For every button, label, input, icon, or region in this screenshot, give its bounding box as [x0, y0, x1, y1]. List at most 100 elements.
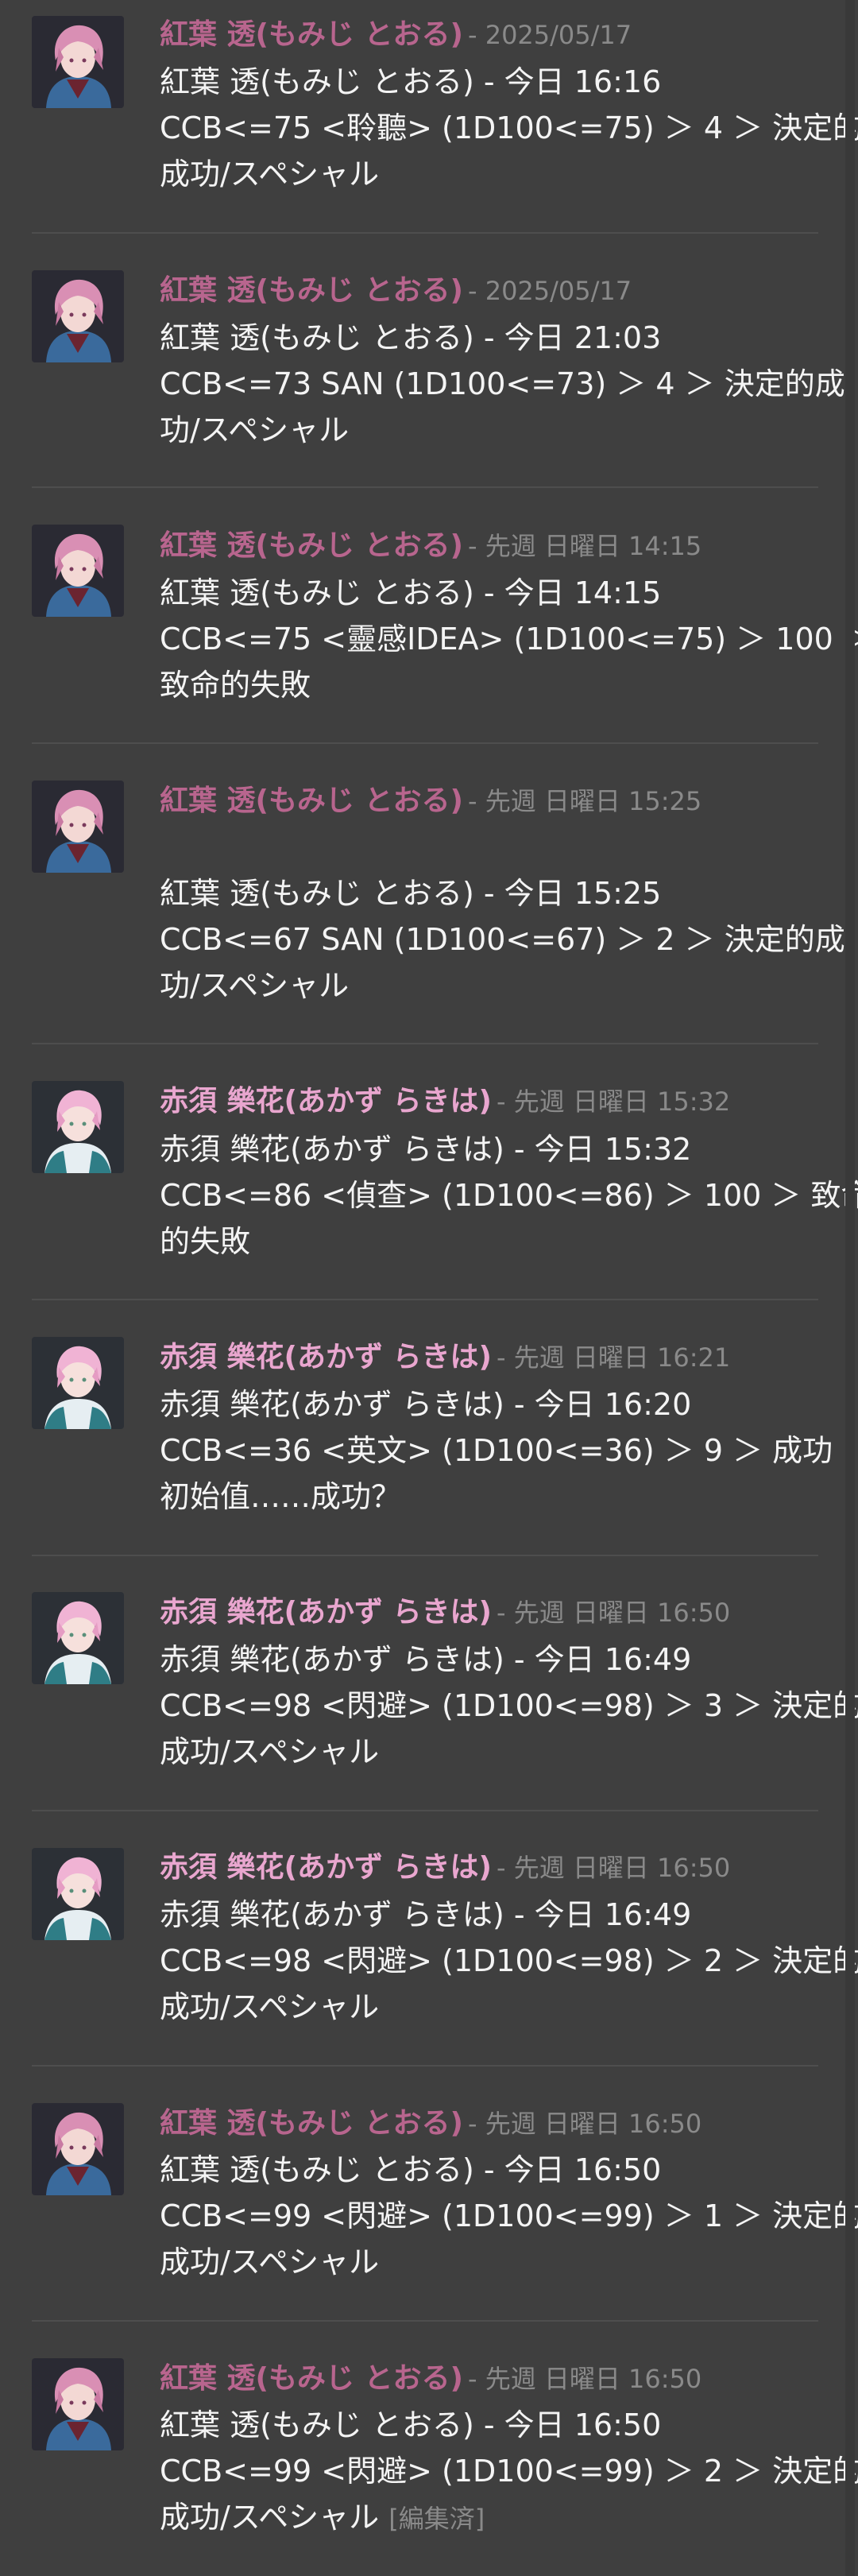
- author-name[interactable]: 紅葉 透(もみじ とおる): [160, 18, 463, 51]
- avatar-momiji-icon[interactable]: [32, 2103, 124, 2195]
- message-line: 的失敗: [160, 1224, 251, 1259]
- avatar-akasu-icon[interactable]: [32, 1337, 124, 1429]
- message-line: 紅葉 透(もみじ とおる) - 今日 16:50: [160, 2407, 662, 2442]
- message-header: 紅葉 透(もみじ とおる) - 先週 日曜日 15:25: [160, 784, 701, 819]
- message-body: 紅葉 透(もみじ とおる) - 今日 16:50 CCB<=99 <閃避> (1…: [160, 2402, 858, 2542]
- message-line: CCB<=36 <英文> (1D100<=36) ＞ 9 ＞ 成功: [160, 1433, 833, 1468]
- message-body: 紅葉 透(もみじ とおる) - 今日 14:15 CCB<=75 <靈感IDEA…: [160, 570, 858, 708]
- message-header: 紅葉 透(もみじ とおる) - 先週 日曜日 16:50: [160, 2361, 701, 2396]
- message-body: 紅葉 透(もみじ とおる) - 今日 21:03 CCB<=73 SAN (1D…: [160, 315, 845, 453]
- message-line: CCB<=75 <靈感IDEA> (1D100<=75) ＞ 100 ＞: [160, 622, 858, 657]
- message-line: CCB<=99 <閃避> (1D100<=99) ＞ 2 ＞ 決定的: [160, 2454, 858, 2489]
- message-line: 紅葉 透(もみじ とおる) - 今日 14:15: [160, 575, 662, 610]
- message-body: 紅葉 透(もみじ とおる) - 今日 16:16 CCB<=75 <聆聽> (1…: [160, 59, 858, 197]
- avatar-akasu-image: [32, 1848, 124, 1940]
- message-line: [160, 824, 819, 870]
- message-timestamp: - 先週 日曜日 16:50: [496, 1598, 731, 1628]
- avatar-momiji-image: [32, 2358, 124, 2450]
- message-divider: [32, 1299, 818, 1300]
- edited-badge: [編集済]: [388, 2504, 485, 2534]
- message-body: 赤須 樂花(あかず らきは) - 今日 16:20 CCB<=36 <英文> (…: [160, 1381, 833, 1520]
- avatar-momiji-image: [32, 781, 124, 873]
- author-name[interactable]: 紅葉 透(もみじ とおる): [160, 2362, 463, 2395]
- avatar-momiji-image: [32, 2103, 124, 2195]
- message-timestamp: - 2025/05/17: [467, 20, 632, 50]
- message-line: 初始值……成功？: [160, 1479, 402, 1514]
- avatar-akasu-icon[interactable]: [32, 1081, 124, 1173]
- message-divider: [32, 1043, 818, 1044]
- avatar-momiji-icon[interactable]: [32, 270, 124, 362]
- avatar-momiji-image: [32, 270, 124, 362]
- message-line: 紅葉 透(もみじ とおる) - 今日 16:50: [160, 2152, 662, 2187]
- message-line: CCB<=98 <閃避> (1D100<=98) ＞ 3 ＞ 決定的: [160, 1688, 858, 1723]
- message-header: 赤須 樂花(あかず らきは) - 先週 日曜日 15:32: [160, 1084, 730, 1119]
- message-header: 紅葉 透(もみじ とおる) - 2025/05/17: [160, 17, 632, 52]
- message-line: 成功/スペシャル [編集済]: [160, 2494, 819, 2542]
- author-name[interactable]: 赤須 樂花(あかず らきは): [160, 1341, 492, 1373]
- message-line: 赤須 樂花(あかず らきは) - 今日 16:49: [160, 1897, 692, 1932]
- message-divider: [32, 2065, 818, 2067]
- author-name[interactable]: 赤須 樂花(あかず らきは): [160, 1851, 492, 1884]
- message-line: 功/スペシャル: [160, 968, 350, 1003]
- message-header: 紅葉 透(もみじ とおる) - 先週 日曜日 16:50: [160, 2106, 701, 2141]
- message-timestamp: - 先週 日曜日 16:50: [467, 2364, 702, 2394]
- message-timestamp: - 先週 日曜日 16:50: [496, 1853, 731, 1883]
- message-line: CCB<=99 <閃避> (1D100<=99) ＞ 1 ＞ 決定的: [160, 2198, 858, 2233]
- message-line: 赤須 樂花(あかず らきは) - 今日 15:32: [160, 1132, 692, 1167]
- message-line: 赤須 樂花(あかず らきは) - 今日 16:49: [160, 1642, 692, 1677]
- message-divider: [32, 1810, 818, 1811]
- avatar-momiji-image: [32, 525, 124, 617]
- message-line: CCB<=98 <閃避> (1D100<=98) ＞ 2 ＞ 決定的: [160, 1943, 858, 1978]
- avatar-akasu-icon[interactable]: [32, 1592, 124, 1684]
- avatar-momiji-icon[interactable]: [32, 2358, 124, 2450]
- message-body: 赤須 樂花(あかず らきは) - 今日 15:32 CCB<=86 <偵查> (…: [160, 1126, 858, 1265]
- avatar-momiji-icon[interactable]: [32, 781, 124, 873]
- message-body: 紅葉 透(もみじ とおる) - 今日 16:50 CCB<=99 <閃避> (1…: [160, 2147, 858, 2285]
- message-line: 成功/スペシャル: [160, 1989, 380, 2024]
- message-timestamp: - 先週 日曜日 16:21: [496, 1342, 731, 1373]
- message-divider: [32, 742, 818, 744]
- message-divider: [32, 1555, 818, 1556]
- message-line: 赤須 樂花(あかず らきは) - 今日 16:20: [160, 1387, 692, 1422]
- message-line: 成功/スペシャル: [160, 157, 380, 192]
- avatar-momiji-image: [32, 16, 124, 108]
- message-divider: [32, 486, 818, 488]
- message-line: 紅葉 透(もみじ とおる) - 今日 16:16: [160, 64, 662, 99]
- message-body: 赤須 樂花(あかず らきは) - 今日 16:49 CCB<=98 <閃避> (…: [160, 1637, 858, 1775]
- avatar-momiji-icon[interactable]: [32, 525, 124, 617]
- avatar-akasu-image: [32, 1592, 124, 1684]
- avatar-momiji-icon[interactable]: [32, 16, 124, 108]
- message-timestamp: - 先週 日曜日 15:25: [467, 786, 702, 816]
- message-timestamp: - 先週 日曜日 14:15: [467, 531, 702, 561]
- message-line: CCB<=75 <聆聽> (1D100<=75) ＞ 4 ＞ 決定的: [160, 110, 858, 145]
- scrollbar[interactable]: [845, 0, 855, 2576]
- avatar-akasu-image: [32, 1081, 124, 1173]
- message-body: 紅葉 透(もみじ とおる) - 今日 15:25 CCB<=67 SAN (1D…: [160, 824, 845, 1009]
- message-header: 紅葉 透(もみじ とおる) - 先週 日曜日 14:15: [160, 529, 701, 564]
- message-divider: [32, 232, 818, 234]
- author-name[interactable]: 紅葉 透(もみじ とおる): [160, 274, 463, 307]
- message-header: 赤須 樂花(あかず らきは) - 先週 日曜日 16:50: [160, 1595, 730, 1630]
- author-name[interactable]: 紅葉 透(もみじ とおる): [160, 2107, 463, 2140]
- message-header: 赤須 樂花(あかず らきは) - 先週 日曜日 16:21: [160, 1340, 730, 1375]
- message-header: 赤須 樂花(あかず らきは) - 先週 日曜日 16:50: [160, 1850, 730, 1885]
- message-line: 致命的失敗: [160, 668, 311, 703]
- avatar-akasu-icon[interactable]: [32, 1848, 124, 1940]
- message-line: 功/スペシャル: [160, 413, 350, 447]
- message-header: 紅葉 透(もみじ とおる) - 2025/05/17: [160, 273, 632, 308]
- message-line: CCB<=73 SAN (1D100<=73) ＞ 4 ＞ 決定的成: [160, 366, 845, 401]
- author-name[interactable]: 紅葉 透(もみじ とおる): [160, 529, 463, 562]
- message-body: 赤須 樂花(あかず らきは) - 今日 16:49 CCB<=98 <閃避> (…: [160, 1892, 858, 2030]
- message-timestamp: - 先週 日曜日 15:32: [496, 1087, 731, 1117]
- author-name[interactable]: 赤須 樂花(あかず らきは): [160, 1596, 492, 1629]
- message-timestamp: - 先週 日曜日 16:50: [467, 2109, 702, 2139]
- message-divider: [32, 2320, 818, 2322]
- message-timestamp: - 2025/05/17: [467, 276, 632, 306]
- message-line: CCB<=86 <偵查> (1D100<=86) ＞ 100 ＞ 致命: [160, 1178, 858, 1213]
- message-line: 紅葉 透(もみじ とおる) - 今日 21:03: [160, 320, 662, 355]
- message-line: 紅葉 透(もみじ とおる) - 今日 15:25: [160, 876, 662, 911]
- message-line: 成功/スペシャル: [160, 2245, 380, 2280]
- message-line: 成功/スペシャル: [160, 1734, 380, 1769]
- author-name[interactable]: 赤須 樂花(あかず らきは): [160, 1085, 492, 1118]
- author-name[interactable]: 紅葉 透(もみじ とおる): [160, 784, 463, 817]
